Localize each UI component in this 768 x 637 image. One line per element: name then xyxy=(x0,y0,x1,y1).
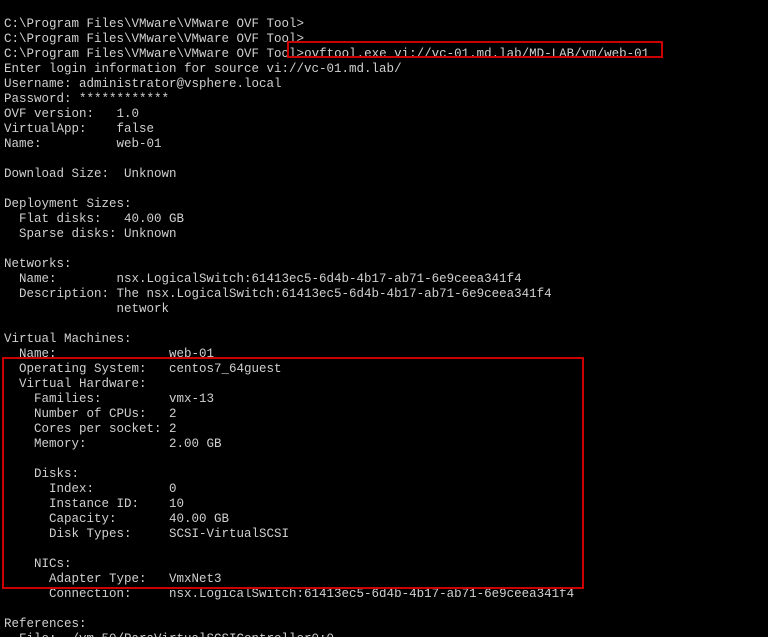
output-line: Connection: nsx.LogicalSwitch:61413ec5-6… xyxy=(4,587,574,601)
output-line: Memory: 2.00 GB xyxy=(4,437,222,451)
output-line: Description: The nsx.LogicalSwitch:61413… xyxy=(4,287,552,301)
output-line: File: /vm-50/ParaVirtualSCSIController0:… xyxy=(4,632,334,637)
output-line: Name: web-01 xyxy=(4,347,214,361)
output-line: Operating System: centos7_64guest xyxy=(4,362,282,376)
output-line: Flat disks: 40.00 GB xyxy=(4,212,184,226)
command-text: ovftool.exe vi://vc-01.md.lab/MD-LAB/vm/… xyxy=(304,47,649,61)
output-line: network xyxy=(4,302,169,316)
output-line: Capacity: 40.00 GB xyxy=(4,512,229,526)
output-line: Adapter Type: VmxNet3 xyxy=(4,572,222,586)
output-line: Families: vmx-13 xyxy=(4,392,214,406)
output-line: Disks: xyxy=(4,467,79,481)
output-line: Disk Types: SCSI-VirtualSCSI xyxy=(4,527,289,541)
output-line: References: xyxy=(4,617,87,631)
output-line: Deployment Sizes: xyxy=(4,197,132,211)
output-line: NICs: xyxy=(4,557,72,571)
output-line: Enter login information for source vi://… xyxy=(4,62,402,76)
prompt-line: C:\Program Files\VMware\VMware OVF Tool> xyxy=(4,17,304,31)
output-line: Virtual Hardware: xyxy=(4,377,147,391)
prompt-line: C:\Program Files\VMware\VMware OVF Tool> xyxy=(4,47,304,61)
output-line: Name: nsx.LogicalSwitch:61413ec5-6d4b-4b… xyxy=(4,272,522,286)
output-line: Networks: xyxy=(4,257,72,271)
output-line: Download Size: Unknown xyxy=(4,167,177,181)
output-line: Number of CPUs: 2 xyxy=(4,407,177,421)
output-line: Cores per socket: 2 xyxy=(4,422,177,436)
output-line: Username: administrator@vsphere.local xyxy=(4,77,282,91)
output-line: Sparse disks: Unknown xyxy=(4,227,177,241)
output-line: VirtualApp: false xyxy=(4,122,154,136)
output-line: Index: 0 xyxy=(4,482,177,496)
output-line: Password: ************ xyxy=(4,92,169,106)
output-line: Instance ID: 10 xyxy=(4,497,184,511)
output-line: OVF version: 1.0 xyxy=(4,107,139,121)
output-line: Virtual Machines: xyxy=(4,332,132,346)
prompt-line: C:\Program Files\VMware\VMware OVF Tool> xyxy=(4,32,304,46)
terminal-output[interactable]: C:\Program Files\VMware\VMware OVF Tool>… xyxy=(0,0,768,637)
output-line: Name: web-01 xyxy=(4,137,162,151)
